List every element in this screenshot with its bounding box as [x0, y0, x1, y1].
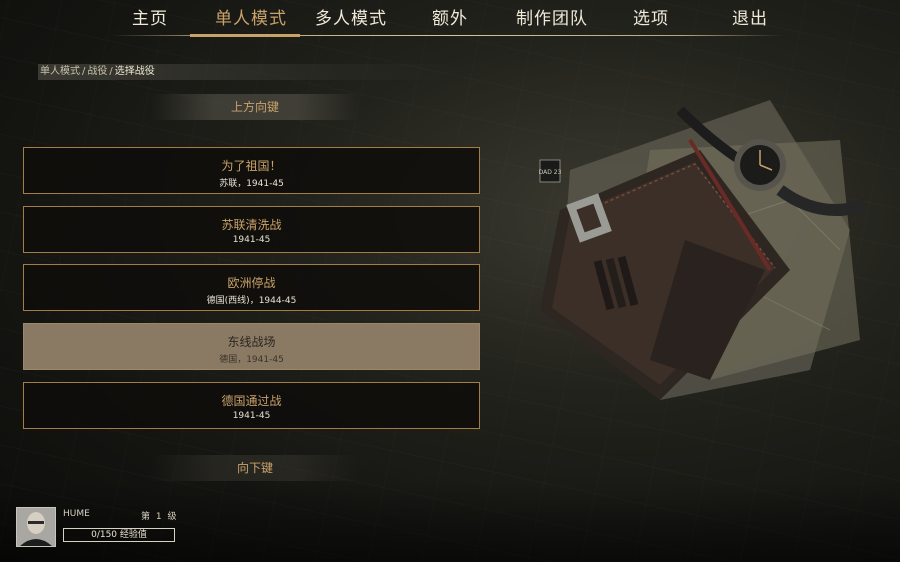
- scroll-down-button[interactable]: 向下键: [150, 455, 360, 481]
- xp-text: 0/150 经验值: [91, 530, 147, 540]
- campaign-subtitle: 苏联，1941-45: [219, 179, 284, 189]
- nav-extras[interactable]: 额外: [432, 4, 468, 29]
- scroll-up-button[interactable]: 上方向键: [150, 94, 360, 120]
- xp-progress-bar: 0/150 经验值: [63, 528, 175, 542]
- breadcrumb-separator: /: [109, 66, 113, 77]
- nav-active-indicator: [190, 34, 300, 37]
- player-name: HUME: [63, 509, 90, 519]
- nav-home[interactable]: 主页: [132, 4, 168, 29]
- breadcrumb-current: 选择战役: [114, 66, 155, 77]
- campaign-subtitle: 1941-45: [232, 235, 271, 245]
- player-portrait-icon: [17, 508, 55, 546]
- campaign-item-selected[interactable]: 东线战场 德国，1941-45: [23, 323, 480, 370]
- campaign-title: 苏联清洗战: [221, 218, 282, 232]
- campaign-item[interactable]: 德国通过战 1941-45: [23, 382, 480, 429]
- nav-credits[interactable]: 制作团队: [516, 4, 588, 29]
- campaign-title: 欧洲停战: [227, 276, 276, 290]
- campaign-artwork-map-case-icon: DAD 23: [539, 100, 867, 400]
- nav-singleplayer[interactable]: 单人模式: [215, 4, 287, 29]
- campaign-title: 德国通过战: [221, 394, 282, 408]
- breadcrumb: 单人模式 / 战役 / 选择战役: [38, 64, 460, 80]
- campaign-subtitle: 德国(西线)，1944-45: [206, 296, 297, 306]
- campaign-item[interactable]: 欧洲停战 德国(西线)，1944-45: [23, 264, 480, 311]
- player-profile[interactable]: HUME 第 1 级 0/150 经验值: [15, 506, 195, 548]
- breadcrumb-campaign[interactable]: 战役: [87, 66, 107, 77]
- campaign-subtitle: 1941-45: [232, 411, 271, 421]
- top-navigation: 主页 单人模式 多人模式 额外 制作团队 选项 退出: [0, 0, 900, 32]
- campaign-item[interactable]: 苏联清洗战 1941-45: [23, 206, 480, 253]
- nav-quit[interactable]: 退出: [732, 4, 768, 29]
- campaign-title: 为了祖国！: [221, 159, 282, 173]
- campaign-subtitle: 德国，1941-45: [219, 355, 284, 365]
- breadcrumb-singleplayer[interactable]: 单人模式: [40, 66, 80, 77]
- avatar: [16, 507, 56, 547]
- artwork-tag-label: DAD 23: [539, 169, 562, 176]
- nav-options[interactable]: 选项: [633, 4, 669, 29]
- campaign-title: 东线战场: [227, 335, 276, 349]
- player-level: 第 1 级: [141, 512, 177, 522]
- campaign-item[interactable]: 为了祖国！ 苏联，1941-45: [23, 147, 480, 194]
- nav-multiplayer[interactable]: 多人模式: [315, 4, 387, 29]
- breadcrumb-separator: /: [82, 66, 86, 77]
